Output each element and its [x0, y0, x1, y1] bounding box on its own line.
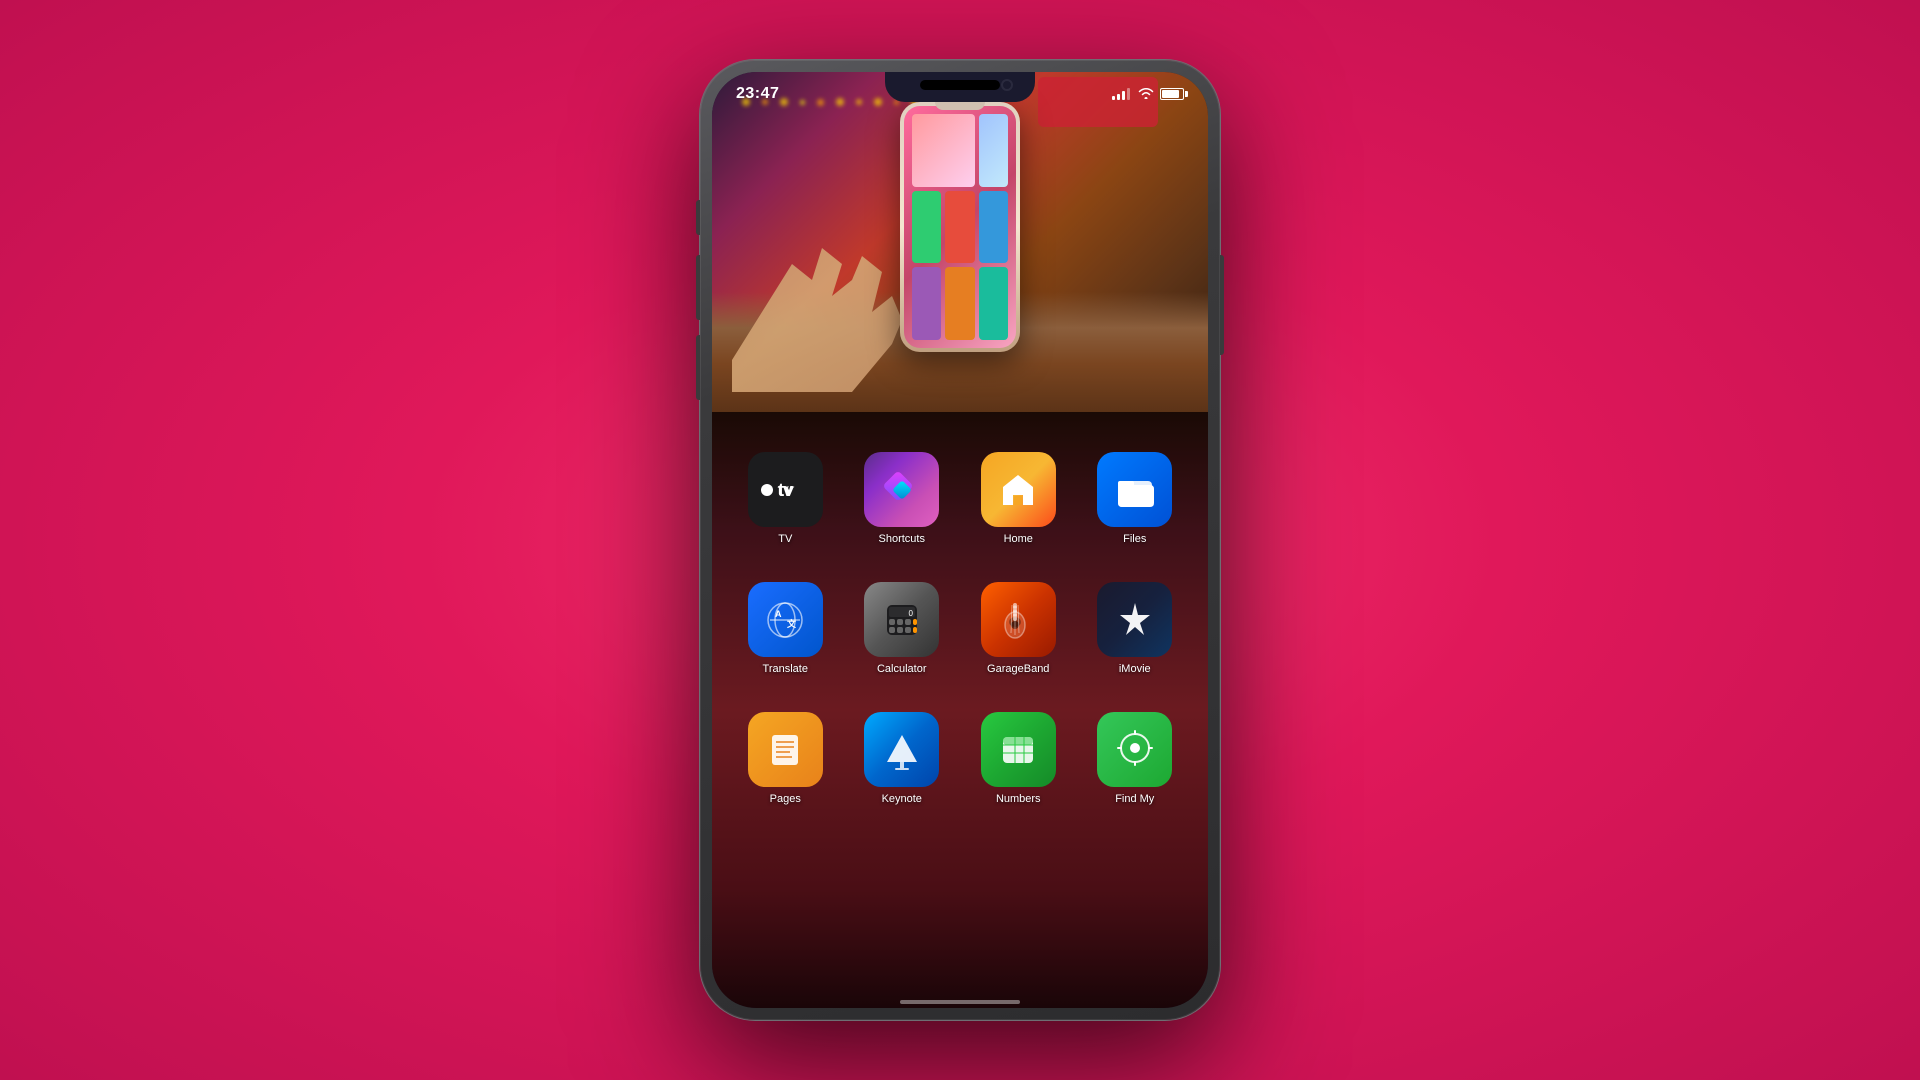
app-tv-label: TV	[778, 533, 792, 545]
app-shortcuts-label: Shortcuts	[879, 533, 925, 545]
numbers-icon	[995, 727, 1041, 773]
app-home[interactable]: Home	[965, 452, 1072, 545]
app-numbers[interactable]: Numbers	[965, 712, 1072, 805]
app-garageband[interactable]: GarageBand	[965, 582, 1072, 675]
status-icons	[1112, 86, 1184, 103]
findmy-icon	[1110, 725, 1160, 775]
svg-text:tv: tv	[778, 480, 793, 500]
iphone-device: 23:47	[700, 60, 1220, 1020]
home-icon	[995, 467, 1041, 513]
volume-up-button[interactable]	[696, 255, 700, 320]
signal-bar-2	[1117, 94, 1120, 100]
app-imovie[interactable]: iMovie	[1082, 582, 1189, 675]
app-grid-row2: A 文 Translate 0	[712, 572, 1208, 685]
video-preview[interactable]	[712, 72, 1208, 412]
svg-text:文: 文	[786, 618, 797, 629]
app-keynote[interactable]: Keynote	[849, 712, 956, 805]
app-grid-row3: Pages Keynote	[712, 702, 1208, 815]
files-icon	[1112, 467, 1158, 513]
app-tv[interactable]: tv tv TV	[732, 452, 839, 545]
home-indicator[interactable]	[900, 1000, 1020, 1004]
app-files[interactable]: Files	[1082, 452, 1189, 545]
app-calculator-label: Calculator	[877, 663, 927, 675]
app-findmy-label: Find My	[1115, 793, 1154, 805]
app-pages-label: Pages	[770, 793, 801, 805]
wifi-icon	[1138, 86, 1154, 103]
svg-text:A: A	[775, 609, 782, 619]
translate-icon: A 文	[762, 597, 808, 643]
garageband-icon	[993, 595, 1043, 645]
battery-icon	[1160, 88, 1184, 100]
app-grid-row1: tv tv TV	[712, 442, 1208, 555]
mute-button[interactable]	[696, 200, 700, 235]
calculator-icon: 0	[879, 597, 925, 643]
app-pages[interactable]: Pages	[732, 712, 839, 805]
app-shortcuts[interactable]: Shortcuts	[849, 452, 956, 545]
svg-text:0: 0	[908, 609, 913, 618]
app-findmy[interactable]: Find My	[1082, 712, 1189, 805]
signal-bar-4	[1127, 88, 1130, 100]
app-calculator[interactable]: 0 Calculator	[849, 582, 956, 675]
app-home-label: Home	[1004, 533, 1033, 545]
app-numbers-label: Numbers	[996, 793, 1041, 805]
app-files-label: Files	[1123, 533, 1146, 545]
shortcuts-icon	[877, 465, 927, 515]
volume-down-button[interactable]	[696, 335, 700, 400]
phone-screen: 23:47	[712, 72, 1208, 1008]
signal-bar-1	[1112, 96, 1115, 100]
power-button[interactable]	[1220, 255, 1224, 355]
status-time: 23:47	[736, 85, 779, 103]
app-garageband-label: GarageBand	[987, 663, 1049, 675]
notch	[885, 72, 1035, 102]
signal-bars-icon	[1112, 88, 1130, 100]
mini-phone-in-video	[900, 102, 1020, 352]
keynote-icon	[879, 727, 925, 773]
pages-icon	[762, 727, 808, 773]
app-imovie-label: iMovie	[1119, 663, 1151, 675]
apple-tv-icon: tv	[759, 476, 811, 504]
signal-bar-3	[1122, 91, 1125, 100]
imovie-icon	[1110, 595, 1160, 645]
app-translate[interactable]: A 文 Translate	[732, 582, 839, 675]
app-keynote-label: Keynote	[882, 793, 922, 805]
app-translate-label: Translate	[763, 663, 808, 675]
